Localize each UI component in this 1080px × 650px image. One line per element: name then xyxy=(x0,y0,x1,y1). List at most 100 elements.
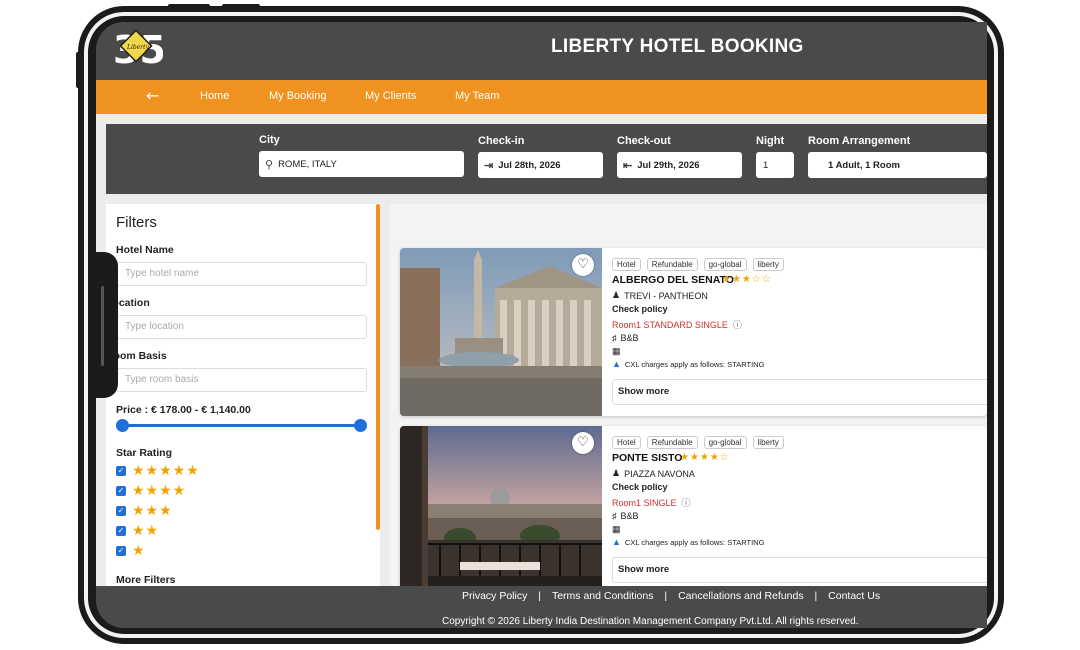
hotel-name[interactable]: ALBERGO DEL SENATO xyxy=(612,274,734,286)
more-filters-label[interactable]: More Filters xyxy=(116,574,176,586)
star-rating-icons: ★★★ xyxy=(132,503,173,519)
favorite-heart-icon[interactable]: ♡ xyxy=(572,432,594,454)
footer-separator: | xyxy=(538,590,542,602)
results-panel: ♡ Hotel Refundable go-global liberty ALB… xyxy=(390,204,987,594)
tablet-notch-indicator xyxy=(101,286,104,366)
filters-title: Filters xyxy=(116,214,157,231)
star-filter-1[interactable]: ✓ ★ xyxy=(116,543,146,559)
checkout-field[interactable]: ⇤ Jul 29th, 2026 xyxy=(617,152,742,178)
login-icon: ⇥ xyxy=(484,159,494,172)
room-type: Room1 STANDARD SINGLE ⓘ xyxy=(612,318,742,331)
room-basis: ♯ B&B xyxy=(612,511,639,521)
city-field[interactable]: ⚲ ROME, ITALY xyxy=(259,151,464,177)
nav-home[interactable]: Home xyxy=(200,90,229,102)
star-filter-5[interactable]: ✓ ★★★★★ xyxy=(116,463,200,479)
hotel-location: ♟ PIAZZA NAVONA xyxy=(612,468,695,479)
room-type-text: Room1 SINGLE xyxy=(612,497,677,508)
app-header: 35 Liberty LIBERTY HOTEL BOOKING xyxy=(96,22,987,80)
hotel-tags: Hotel Refundable go-global liberty xyxy=(612,258,784,271)
calendar-icon: ▦ xyxy=(612,346,621,356)
location-person-icon: ♟ xyxy=(612,468,621,478)
checkout-label: Check-out xyxy=(617,135,671,147)
main-navbar: ← Home My Booking My Clients My Team xyxy=(96,80,987,114)
tag-hotel: Hotel xyxy=(612,258,641,271)
search-panel: City ⚲ ROME, ITALY Check-in ⇥ Jul 28th, … xyxy=(106,124,987,194)
calendar-row: ▦ xyxy=(612,524,625,535)
hotel-location-text: PIAZZA NAVONA xyxy=(624,468,695,479)
copyright-text: Copyright © 2026 Liberty India Destinati… xyxy=(442,616,859,627)
footer-separator: | xyxy=(814,590,818,602)
star-rating-icons: ★ xyxy=(132,543,146,559)
star-filter-2[interactable]: ✓ ★★ xyxy=(116,523,159,539)
price-slider-max-handle[interactable] xyxy=(354,419,367,432)
hotel-photo[interactable]: ♡ xyxy=(400,426,602,594)
brand-logo[interactable]: 35 Liberty xyxy=(111,25,163,69)
info-icon[interactable]: ⓘ xyxy=(733,318,742,331)
checkbox-checked-icon[interactable]: ✓ xyxy=(116,486,126,496)
nav-my-booking[interactable]: My Booking xyxy=(269,90,326,102)
nav-my-clients[interactable]: My Clients xyxy=(365,90,416,102)
checkbox-checked-icon[interactable]: ✓ xyxy=(116,466,126,476)
location-person-icon: ♟ xyxy=(612,290,621,300)
logout-icon: ⇤ xyxy=(623,159,633,172)
tag-liberty: liberty xyxy=(752,436,784,449)
hotel-photo[interactable]: ♡ xyxy=(400,248,602,416)
terms-link[interactable]: Terms and Conditions xyxy=(552,590,654,602)
night-label: Night xyxy=(756,135,785,147)
location-input[interactable]: Type location xyxy=(116,315,367,339)
tag-refundable: Refundable xyxy=(646,436,698,449)
hotel-name-input[interactable]: Type hotel name xyxy=(116,262,367,286)
warning-icon: ▲ xyxy=(612,537,621,547)
checkin-value: Jul 28th, 2026 xyxy=(498,159,561,171)
room-arrangement-label: Room Arrangement xyxy=(808,135,911,147)
star-rating-label: Star Rating xyxy=(116,447,173,459)
checkbox-checked-icon[interactable]: ✓ xyxy=(116,506,126,516)
star-filter-3[interactable]: ✓ ★★★ xyxy=(116,503,173,519)
price-label: Price : € 178.00 - € 1,140.00 xyxy=(116,404,251,416)
room-basis-text: B&B xyxy=(620,333,639,343)
tablet-power-button xyxy=(222,4,260,8)
hotel-location: ♟ TREVI - PANTHEON xyxy=(612,290,708,301)
tablet-side-button xyxy=(76,52,80,88)
contact-us-link[interactable]: Contact Us xyxy=(828,590,880,602)
room-arrangement-field[interactable]: 1 Adult, 1 Room xyxy=(808,152,987,178)
checkbox-checked-icon[interactable]: ✓ xyxy=(116,546,126,556)
checkin-field[interactable]: ⇥ Jul 28th, 2026 xyxy=(478,152,603,178)
warning-icon: ▲ xyxy=(612,359,621,369)
calendar-icon: ▦ xyxy=(612,524,621,534)
cancellations-link[interactable]: Cancellations and Refunds xyxy=(678,590,804,602)
night-field[interactable]: 1 xyxy=(756,152,794,178)
cxl-text: CXL charges apply as follows: STARTING xyxy=(624,359,765,369)
check-policy[interactable]: Check policy xyxy=(612,304,668,314)
room-basis-input[interactable]: Type room basis xyxy=(116,368,367,392)
price-slider-track[interactable] xyxy=(122,424,360,427)
star-filter-4[interactable]: ✓ ★★★★ xyxy=(116,483,186,499)
hotel-card[interactable]: ♡ Hotel Refundable go-global liberty PON… xyxy=(400,426,987,594)
check-policy[interactable]: Check policy xyxy=(612,482,668,492)
info-icon[interactable]: ⓘ xyxy=(682,496,691,509)
back-arrow-icon[interactable]: ← xyxy=(146,86,159,105)
checkbox-checked-icon[interactable]: ✓ xyxy=(116,526,126,536)
app-title: LIBERTY HOTEL BOOKING xyxy=(551,36,804,57)
privacy-policy-link[interactable]: Privacy Policy xyxy=(462,590,527,602)
price-slider-min-handle[interactable] xyxy=(116,419,129,432)
hotel-star-rating: ★★★★☆ xyxy=(680,452,730,463)
tag-hotel: Hotel xyxy=(612,436,641,449)
cxl-notice: ▲ CXL charges apply as follows: STARTING xyxy=(612,537,764,547)
favorite-heart-icon[interactable]: ♡ xyxy=(572,254,594,276)
svg-text:Liberty: Liberty xyxy=(126,44,150,51)
cxl-text: CXL charges apply as follows: STARTING xyxy=(624,537,765,547)
nav-my-team[interactable]: My Team xyxy=(455,90,499,102)
app-screen: 35 Liberty LIBERTY HOTEL BOOKING ← Home … xyxy=(96,22,987,628)
show-more-button[interactable]: Show more xyxy=(612,557,987,583)
filters-scrollbar[interactable] xyxy=(376,204,380,530)
city-value: ROME, ITALY xyxy=(278,158,337,170)
tag-liberty: liberty xyxy=(752,258,784,271)
tag-go-global: go-global xyxy=(703,436,747,449)
room-type: Room1 SINGLE ⓘ xyxy=(612,496,691,509)
hotel-card[interactable]: ♡ Hotel Refundable go-global liberty ALB… xyxy=(400,248,987,416)
bed-icon: ♯ xyxy=(612,511,617,521)
show-more-button[interactable]: Show more xyxy=(612,379,987,405)
hotel-name[interactable]: PONTE SISTO xyxy=(612,452,682,464)
city-label: City xyxy=(259,134,280,146)
